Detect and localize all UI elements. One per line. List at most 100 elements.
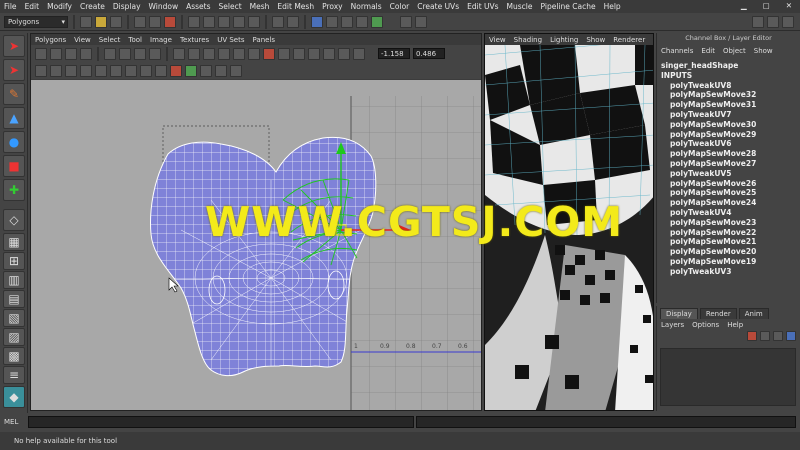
uv-pinning-icon[interactable] (338, 47, 350, 60)
input-node[interactable]: polyMapSewMove22 (661, 228, 796, 238)
tool-settings-toggle-icon[interactable] (782, 15, 794, 28)
uv-view-border-icon[interactable] (95, 64, 107, 77)
input-node[interactable]: polyMapSewMove29 (661, 130, 796, 140)
layout-stack-icon[interactable]: ▤ (3, 290, 25, 308)
tab-display[interactable]: Display (660, 308, 698, 319)
cb-menu-object[interactable]: Object (719, 47, 750, 55)
menu-select[interactable]: Select (215, 2, 246, 11)
render-settings-icon[interactable] (356, 15, 368, 28)
menu-muscle[interactable]: Muscle (503, 2, 537, 11)
uv-flip-v-icon[interactable] (50, 47, 62, 60)
new-scene-icon[interactable] (80, 15, 92, 28)
cb-menu-channels[interactable]: Channels (657, 47, 697, 55)
select-component-icon[interactable] (164, 15, 176, 28)
menu-mesh[interactable]: Mesh (246, 2, 274, 11)
uv-menu-textures[interactable]: Textures (176, 36, 213, 44)
uv-menu-select[interactable]: Select (95, 36, 125, 44)
select-hierarchy-icon[interactable] (134, 15, 146, 28)
input-line-icon[interactable] (415, 15, 427, 28)
make-live-icon[interactable] (248, 15, 260, 28)
input-node[interactable]: polyMapSewMove31 (661, 100, 796, 110)
viewport-menu-renderer[interactable]: Renderer (609, 36, 649, 44)
uv-view-grid-icon[interactable] (35, 64, 47, 77)
paint-select-tool-icon[interactable]: ✎ (3, 83, 25, 105)
uv-isolate-remove-icon[interactable] (308, 47, 320, 60)
uv-tile-icon[interactable] (323, 47, 335, 60)
input-box-icon[interactable] (400, 15, 412, 28)
viewport-menu-lighting[interactable]: Lighting (546, 36, 582, 44)
snap-point-icon[interactable] (218, 15, 230, 28)
close-icon[interactable]: ✕ (782, 1, 796, 10)
input-node[interactable]: polyTweakUV7 (661, 110, 796, 120)
viewport-menu-show[interactable]: Show (582, 36, 609, 44)
uv-sew-icon[interactable] (119, 47, 131, 60)
hypershade-icon[interactable] (371, 15, 383, 28)
ipr-render-icon[interactable] (341, 15, 353, 28)
uv-snapshot-icon[interactable] (353, 47, 365, 60)
menu-file[interactable]: File (0, 2, 21, 11)
input-node[interactable]: polyTweakUV4 (661, 208, 796, 218)
input-node[interactable]: polyTweakUV5 (661, 169, 796, 179)
layout-uv-icon[interactable]: ≡ (3, 366, 25, 384)
input-node[interactable]: polyMapSewMove25 (661, 188, 796, 198)
input-node[interactable]: polyMapSewMove27 (661, 159, 796, 169)
tab-render[interactable]: Render (699, 308, 737, 319)
viewport-menu-view[interactable]: View (485, 36, 510, 44)
input-node[interactable]: polyMapSewMove21 (661, 237, 796, 247)
layout-single-icon[interactable]: ▦ (3, 233, 25, 251)
layer-options-icon[interactable] (786, 331, 796, 341)
last-tool-icon[interactable]: ◇ (3, 209, 25, 231)
input-node[interactable]: polyTweakUV8 (661, 81, 796, 91)
layout-graph-icon[interactable]: ▨ (3, 328, 25, 346)
input-node[interactable]: polyTweakUV3 (661, 267, 796, 277)
uv-view-distort-icon[interactable] (110, 64, 122, 77)
layout-persp-outliner-icon[interactable]: ▧ (3, 309, 25, 327)
input-node[interactable]: polyMapSewMove26 (661, 179, 796, 189)
uv-isolate-icon[interactable] (278, 47, 290, 60)
minimize-icon[interactable]: ▁ (737, 1, 751, 10)
uv-move-sew-icon[interactable] (134, 47, 146, 60)
uv-view-alpha-icon[interactable] (185, 64, 197, 77)
layout-hypershade-icon[interactable]: ▩ (3, 347, 25, 365)
snap-plane-icon[interactable] (233, 15, 245, 28)
viewport-menu-shading[interactable]: Shading (510, 36, 546, 44)
menu-create-uvs[interactable]: Create UVs (413, 2, 463, 11)
layer-menu-help[interactable]: Help (723, 321, 747, 329)
uv-canvas[interactable]: 1 0.9 0.8 0.7 0.6 (31, 80, 481, 410)
render-view-icon[interactable] (311, 15, 323, 28)
input-node[interactable]: polyMapSewMove23 (661, 218, 796, 228)
layout-side-icon[interactable]: ▥ (3, 271, 25, 289)
manipulator-tool-icon[interactable]: ✚ (3, 179, 25, 201)
snap-grid-icon[interactable] (188, 15, 200, 28)
input-node[interactable]: polyMapSewMove28 (661, 149, 796, 159)
uv-menu-tool[interactable]: Tool (124, 36, 146, 44)
render-icon[interactable] (326, 15, 338, 28)
input-node[interactable]: polyMapSewMove32 (661, 90, 796, 100)
menu-edit[interactable]: Edit (21, 2, 44, 11)
open-scene-icon[interactable] (95, 15, 107, 28)
maximize-icon[interactable]: ▢ (759, 1, 774, 10)
uv-rotate-cw-icon[interactable] (80, 47, 92, 60)
layout-four-icon[interactable]: ⊞ (3, 252, 25, 270)
perspective-viewport[interactable]: View Shading Lighting Show Renderer (484, 33, 654, 411)
uv-cut-icon[interactable] (104, 47, 116, 60)
uv-view-lock-icon[interactable] (230, 64, 242, 77)
uv-menu-view[interactable]: View (70, 36, 95, 44)
character-icon[interactable]: ◆ (3, 386, 25, 408)
select-tool-icon[interactable]: ➤ (3, 35, 25, 57)
uv-view-filter-icon[interactable] (50, 64, 62, 77)
move-tool-icon[interactable]: ▲ (3, 107, 25, 129)
attribute-editor-toggle-icon[interactable] (767, 15, 779, 28)
move-layer-up-icon[interactable] (773, 331, 783, 341)
menu-pipeline-cache[interactable]: Pipeline Cache (537, 2, 600, 11)
uv-flip-u-icon[interactable] (35, 47, 47, 60)
menu-modify[interactable]: Modify (43, 2, 76, 11)
menu-window[interactable]: Window (145, 2, 183, 11)
menu-edit-mesh[interactable]: Edit Mesh (273, 2, 318, 11)
layer-menu-options[interactable]: Options (688, 321, 723, 329)
uv-menu-uv-sets[interactable]: UV Sets (213, 36, 248, 44)
shape-node-label[interactable]: singer_headShape (661, 61, 796, 71)
uv-u-field[interactable]: -1.158 (378, 48, 410, 59)
construction-icon[interactable] (287, 15, 299, 28)
menu-assets[interactable]: Assets (182, 2, 214, 11)
